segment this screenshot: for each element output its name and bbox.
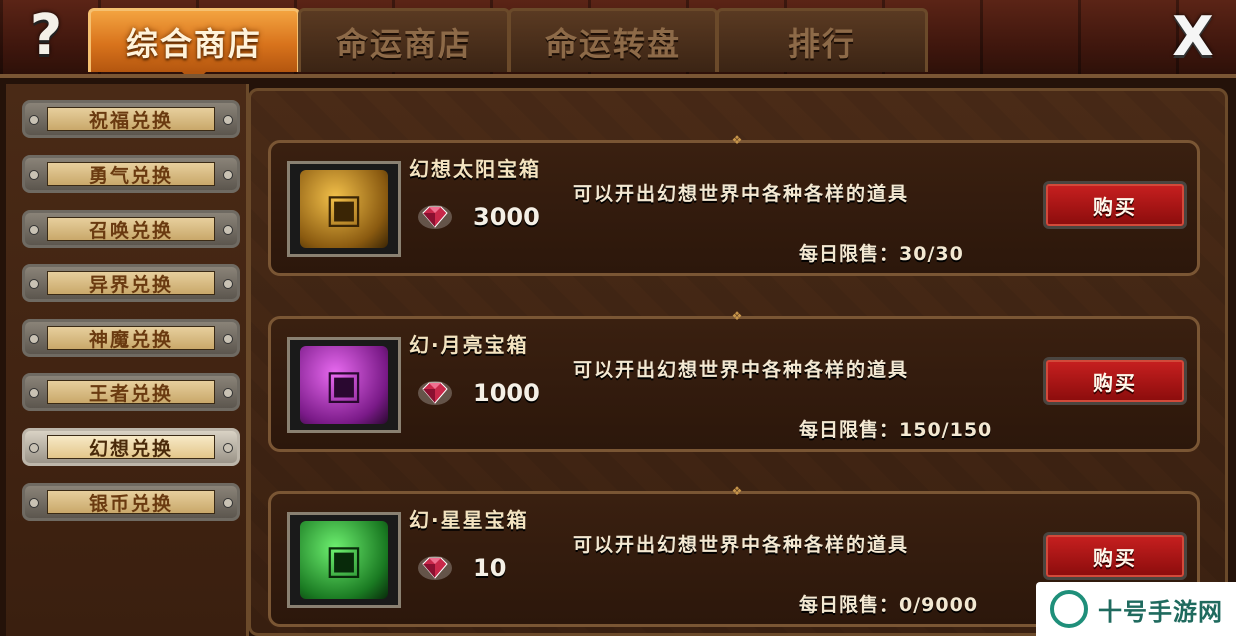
item-description: 可以开出幻想世界中各种各样的道具: [573, 359, 910, 381]
sidebar-item-silver-exchange[interactable]: 银币兑换: [22, 483, 240, 521]
tab-fate-wheel[interactable]: 命运转盘: [508, 8, 718, 72]
help-button[interactable]: ?: [18, 6, 74, 66]
tab-fate-store[interactable]: 命运商店: [298, 8, 510, 72]
rivet-icon: [29, 334, 39, 344]
buy-button[interactable]: 购买: [1043, 357, 1187, 405]
sidebar-item-label: 祝福兑换: [47, 107, 215, 132]
sidebar-item-blessing-exchange[interactable]: 祝福兑换: [22, 100, 240, 138]
rivet-icon: [223, 443, 233, 453]
rivet-icon: [29, 443, 39, 453]
treasure-chest-icon: ▣: [300, 346, 388, 424]
item-name: 幻想太阳宝箱: [409, 157, 541, 181]
ornament-icon: ❖: [731, 309, 743, 323]
rivet-icon: [29, 170, 39, 180]
item-name: 幻·月亮宝箱: [409, 333, 529, 357]
sidebar-item-otherworld-exchange[interactable]: 异界兑换: [22, 264, 240, 302]
gem-icon: [418, 381, 452, 405]
sidebar-item-label: 王者兑换: [47, 380, 215, 405]
rivet-icon: [223, 388, 233, 398]
item-icon-frame[interactable]: ▣: [287, 512, 401, 608]
rivet-icon: [223, 115, 233, 125]
daily-limit: 每日限售：150/150: [799, 419, 993, 441]
shop-item-card: ❖ ▣ 幻·月亮宝箱 可以开出幻想世界中各种各样的道具 1000 每日限售：15…: [268, 309, 1200, 452]
sidebar-item-label: 勇气兑换: [47, 162, 215, 187]
shop-item-card: ❖ ▣ 幻想太阳宝箱 可以开出幻想世界中各种各样的道具 3000 每日限售：30…: [268, 133, 1200, 276]
treasure-chest-icon: ▣: [300, 521, 388, 599]
rivet-icon: [223, 170, 233, 180]
sidebar-item-godsdemons-exchange[interactable]: 神魔兑换: [22, 319, 240, 357]
rivet-icon: [223, 498, 233, 508]
sidebar-item-label: 召唤兑换: [47, 217, 215, 242]
sidebar-item-label: 异界兑换: [47, 271, 215, 296]
sidebar-item-courage-exchange[interactable]: 勇气兑换: [22, 155, 240, 193]
sidebar-item-summon-exchange[interactable]: 召唤兑换: [22, 210, 240, 248]
tab-general-store[interactable]: 综合商店: [88, 8, 300, 84]
rivet-icon: [223, 279, 233, 289]
close-icon[interactable]: X: [1166, 10, 1220, 64]
daily-limit: 每日限售：0/9000: [799, 594, 979, 616]
treasure-chest-icon: ▣: [300, 170, 388, 248]
item-description: 可以开出幻想世界中各种各样的道具: [573, 534, 910, 556]
sidebar-item-label: 神魔兑换: [47, 326, 215, 351]
item-price: 3000: [473, 203, 540, 231]
gem-icon: [418, 205, 452, 229]
sidebar-item-king-exchange[interactable]: 王者兑换: [22, 373, 240, 411]
item-icon-frame[interactable]: ▣: [287, 337, 401, 433]
site-logo-icon: [1050, 590, 1088, 628]
sidebar-item-label: 幻想兑换: [47, 435, 215, 460]
item-price: 1000: [473, 379, 540, 407]
tab-ranking[interactable]: 排行: [716, 8, 928, 72]
rivet-icon: [29, 225, 39, 235]
item-icon-frame[interactable]: ▣: [287, 161, 401, 257]
sidebar-item-label: 银币兑换: [47, 490, 215, 515]
rivet-icon: [29, 498, 39, 508]
ornament-icon: ❖: [731, 133, 743, 147]
rivet-icon: [29, 388, 39, 398]
sidebar-item-fantasy-exchange[interactable]: 幻想兑换: [22, 428, 240, 466]
buy-button[interactable]: 购买: [1043, 181, 1187, 229]
site-watermark: 十号手游网: [1036, 582, 1236, 636]
item-price: 10: [473, 554, 507, 582]
rivet-icon: [29, 279, 39, 289]
rivet-icon: [223, 334, 233, 344]
item-name: 幻·星星宝箱: [409, 508, 529, 532]
item-description: 可以开出幻想世界中各种各样的道具: [573, 183, 910, 205]
buy-button[interactable]: 购买: [1043, 532, 1187, 580]
ornament-icon: ❖: [731, 484, 743, 498]
daily-limit: 每日限售：30/30: [799, 243, 964, 265]
gem-icon: [418, 556, 452, 580]
watermark-text: 十号手游网: [1098, 597, 1223, 626]
rivet-icon: [223, 225, 233, 235]
rivet-icon: [29, 115, 39, 125]
